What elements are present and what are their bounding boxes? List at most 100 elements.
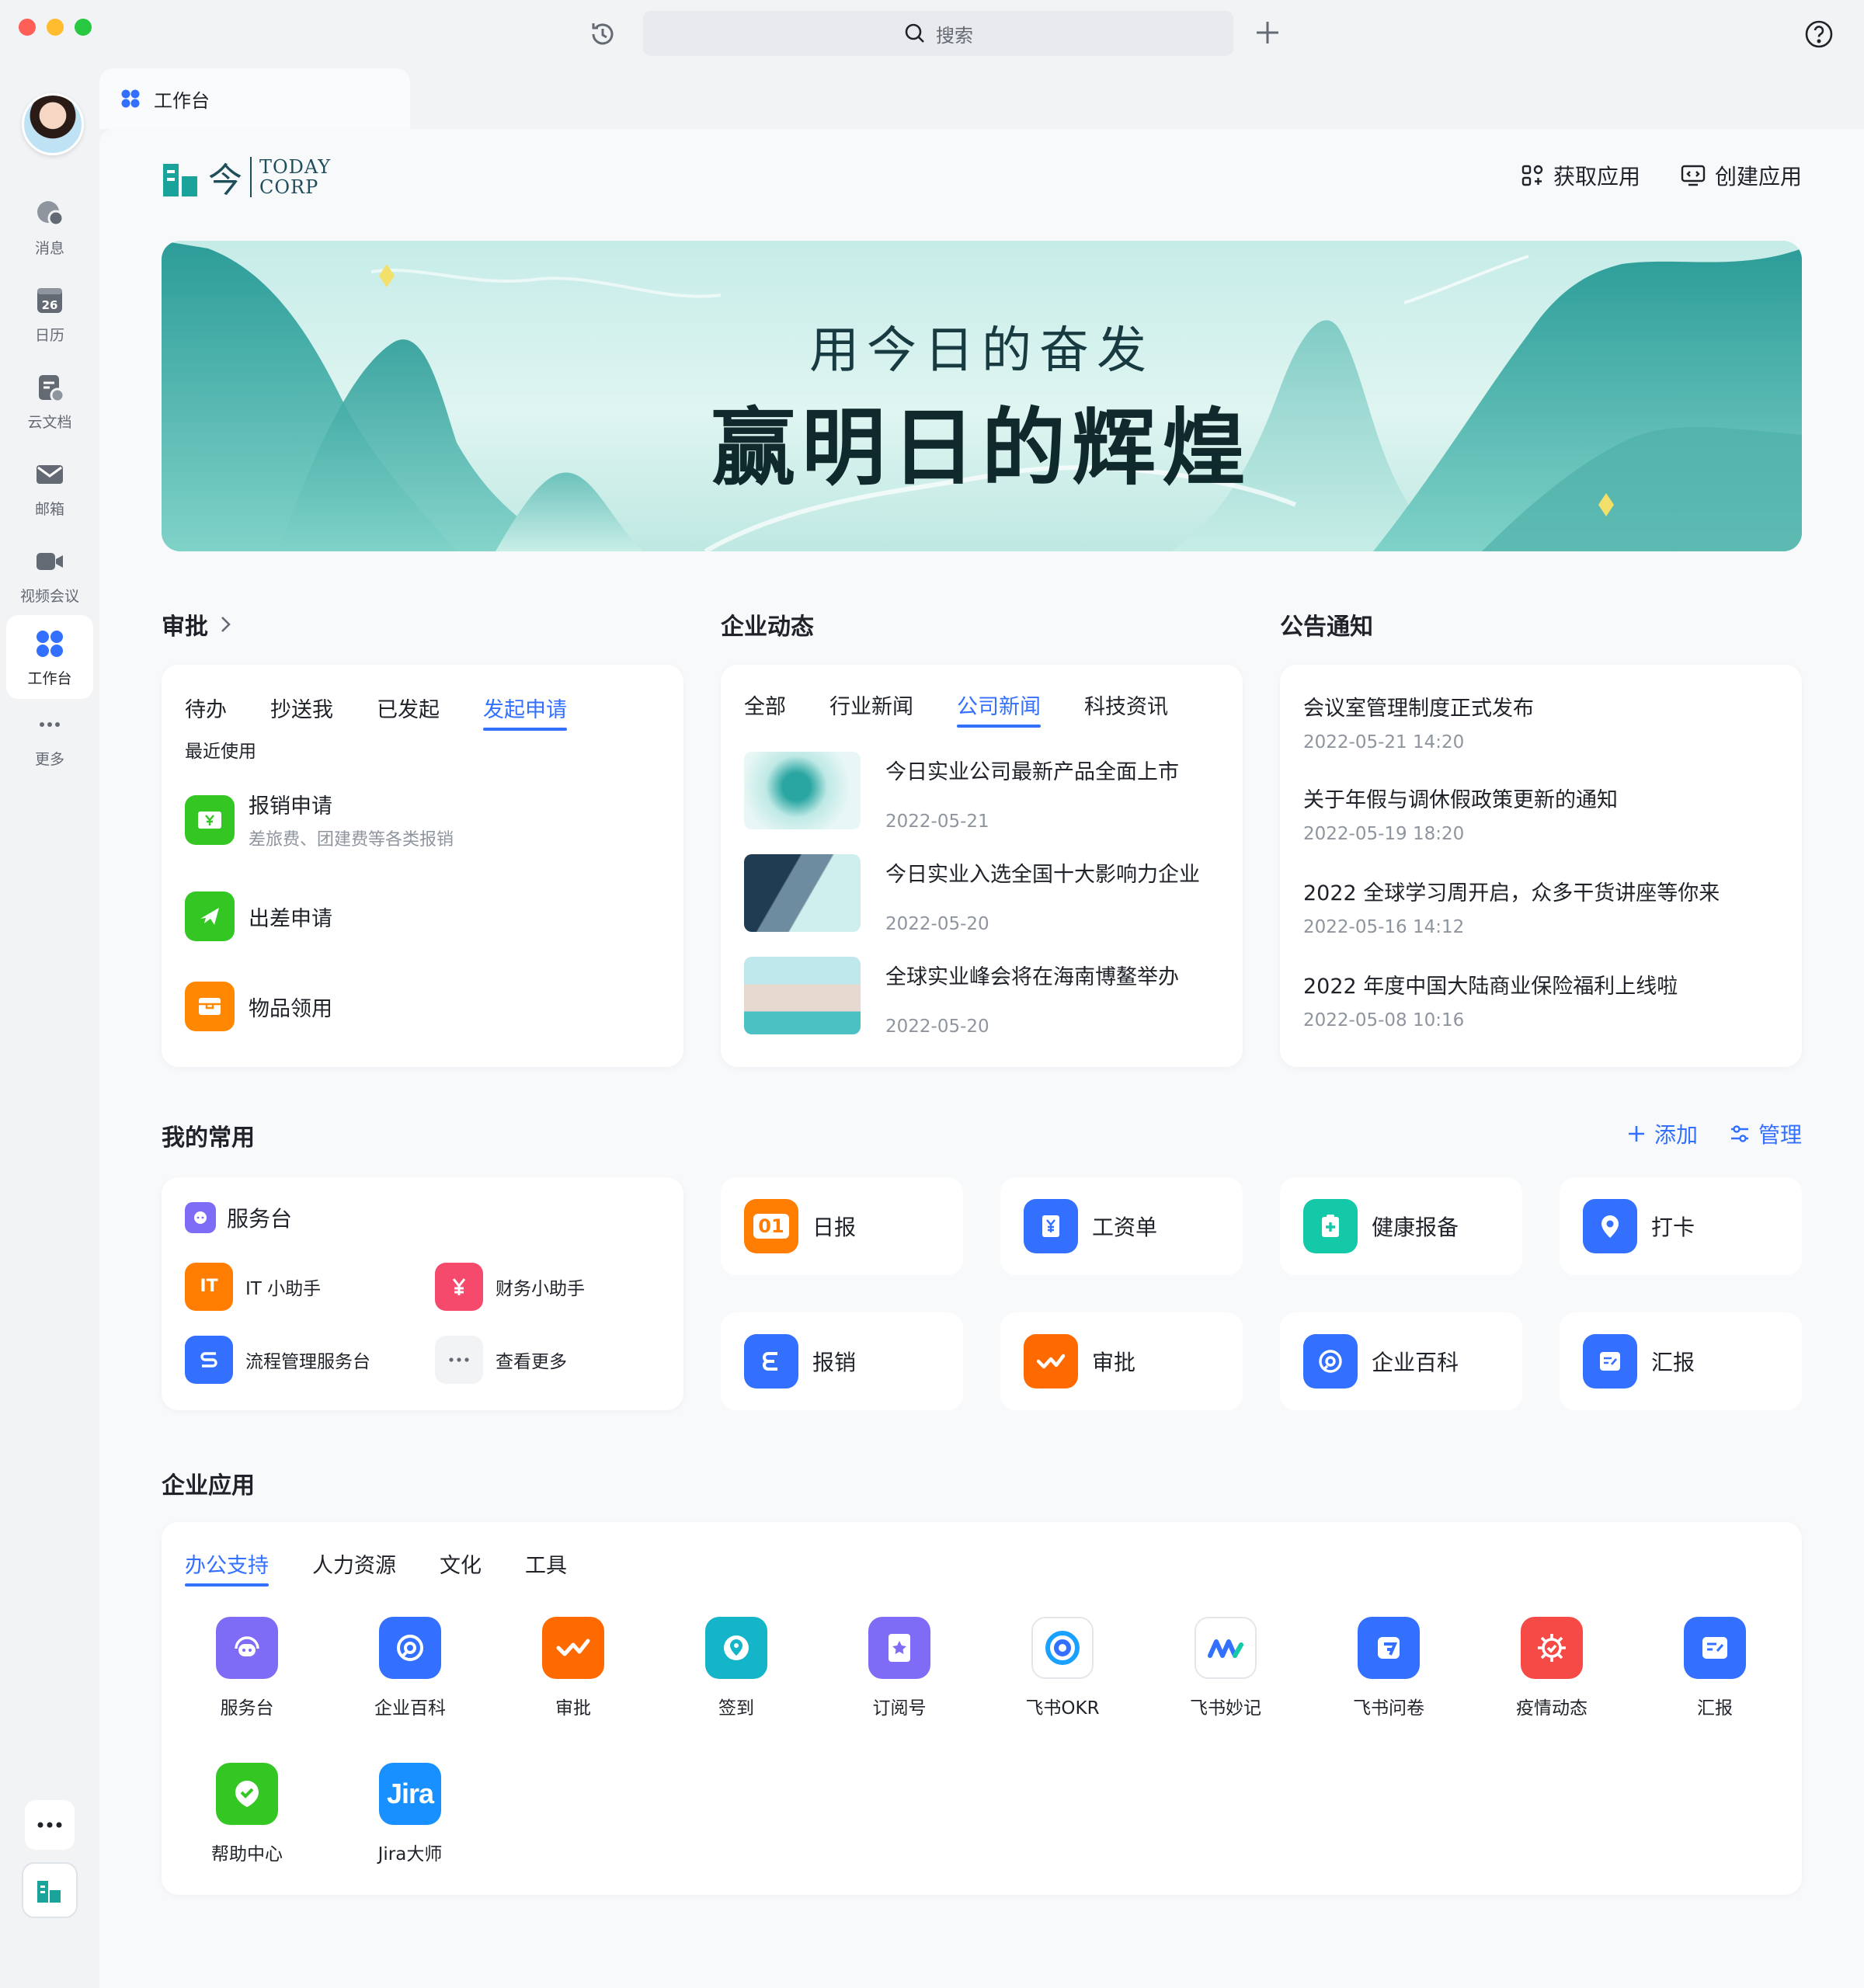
hero-banner[interactable]: 用今日的奋发 赢明日的辉煌	[162, 241, 1802, 551]
tab-culture[interactable]: 文化	[440, 1548, 482, 1587]
close-window-button[interactable]	[19, 19, 36, 36]
it-assistant-item[interactable]: IT IT 小助手	[185, 1263, 321, 1311]
favorites-section-title: 我的常用	[162, 1124, 255, 1152]
news-item[interactable]: 全球实业峰会将在海南博鳌举办 2022-05-20	[744, 957, 1179, 1037]
rail-more-button[interactable]	[25, 1800, 75, 1850]
avatar[interactable]	[22, 93, 84, 155]
tab-cc-me[interactable]: 抄送我	[270, 693, 333, 731]
search-placeholder: 搜索	[936, 24, 973, 47]
notice-item[interactable]: 2022 年度中国大陆商业保险福利上线啦 2022-05-08 10:16	[1303, 969, 1678, 1030]
notices-card: 会议室管理制度正式发布 2022-05-21 14:20 关于年假与调休假政策更…	[1280, 665, 1802, 1067]
company-logo-icon	[37, 1881, 61, 1903]
company-logo-button[interactable]	[22, 1862, 78, 1918]
news-item[interactable]: 今日实业入选全国十大影响力企业 2022-05-20	[744, 854, 1200, 934]
history-icon[interactable]	[587, 19, 618, 50]
view-more-item[interactable]: 查看更多	[435, 1336, 567, 1384]
app-minutes[interactable]: 飞书妙记	[1163, 1617, 1288, 1719]
favorite-approval[interactable]: 审批	[1000, 1312, 1243, 1410]
expense-request-item[interactable]: 报销申请 差旅费、团建费等各类报销	[185, 789, 454, 850]
finance-assistant-item[interactable]: 财务小助手	[435, 1263, 585, 1311]
favorite-report[interactable]: 汇报	[1560, 1312, 1802, 1410]
workplace-main: 今 TODAY CORP 获取应用 创建应用 用今日的奋发 赢明日的辉煌 审批 …	[99, 129, 1864, 1988]
tab-todo[interactable]: 待办	[185, 693, 227, 731]
rail-item-video-meeting[interactable]: 视频会议	[6, 533, 93, 617]
daily-report-icon: 01	[744, 1199, 798, 1253]
banner-line-1: 用今日的奋发	[809, 322, 1154, 380]
rail-item-workplace[interactable]: 工作台	[6, 615, 93, 699]
app-okr[interactable]: 飞书OKR	[1000, 1617, 1125, 1719]
favorites-actions: 添加 管理	[1626, 1118, 1802, 1149]
tab-workplace[interactable]: 工作台	[99, 68, 410, 129]
health-report-icon	[1303, 1199, 1358, 1253]
favorite-check-in[interactable]: 打卡	[1560, 1177, 1802, 1275]
manage-favorites-button[interactable]: 管理	[1729, 1118, 1802, 1149]
news-item[interactable]: 今日实业公司最新产品全面上市 2022-05-21	[744, 752, 1179, 832]
brand-logo: 今 TODAY CORP	[162, 152, 331, 202]
business-trip-request-item[interactable]: 出差申请	[185, 891, 332, 941]
plus-icon[interactable]	[1252, 17, 1283, 48]
brand-char: 今	[208, 161, 242, 200]
enterprise-apps-section-title: 企业应用	[162, 1472, 255, 1500]
rail-item-mail[interactable]: 邮箱	[6, 446, 93, 530]
app-survey[interactable]: 飞书问卷	[1327, 1617, 1451, 1719]
process-service-desk-item[interactable]: 流程管理服务台	[185, 1336, 370, 1384]
yuan-receipt-icon	[185, 794, 235, 845]
news-section-title: 企业动态	[721, 613, 814, 641]
box-icon	[185, 982, 235, 1031]
item-requisition-item[interactable]: 物品领用	[185, 982, 332, 1031]
help-icon[interactable]	[1803, 19, 1834, 50]
jira-icon: Jira	[379, 1763, 441, 1825]
approval-tabs: 待办 抄送我 已发起 发起申请	[185, 693, 567, 731]
favorite-payslip[interactable]: 工资单	[1000, 1177, 1243, 1275]
app-subscription[interactable]: 订阅号	[837, 1617, 962, 1719]
chevron-right-icon	[221, 617, 231, 632]
tab-company-news[interactable]: 公司新闻	[957, 690, 1041, 728]
tab-all[interactable]: 全部	[744, 690, 786, 728]
notice-item[interactable]: 关于年假与调休假政策更新的通知 2022-05-19 18:20	[1303, 783, 1618, 844]
okr-target-icon	[1031, 1617, 1094, 1679]
app-wiki[interactable]: 企业百科	[348, 1617, 472, 1719]
service-desk-header[interactable]: 服务台	[185, 1202, 292, 1233]
approval-check-icon	[542, 1617, 604, 1679]
tab-tech-news[interactable]: 科技资讯	[1084, 690, 1168, 728]
tab-new-request[interactable]: 发起申请	[483, 693, 567, 731]
rail-item-docs[interactable]: 云文档	[6, 359, 93, 443]
app-approval[interactable]: 审批	[511, 1617, 635, 1719]
tab-tools[interactable]: 工具	[525, 1548, 567, 1587]
tab-initiated[interactable]: 已发起	[377, 693, 440, 731]
rail-item-calendar[interactable]: 26 日历	[6, 272, 93, 356]
calendar-icon: 26	[37, 287, 62, 313]
notices-section-title: 公告通知	[1280, 613, 1373, 641]
sliders-icon	[1730, 1125, 1748, 1142]
create-app-button[interactable]: 创建应用	[1681, 160, 1802, 191]
favorite-daily-report[interactable]: 01 日报	[721, 1177, 963, 1275]
favorite-health-report[interactable]: 健康报备	[1280, 1177, 1522, 1275]
notice-item[interactable]: 会议室管理制度正式发布 2022-05-21 14:20	[1303, 691, 1534, 752]
minimize-window-button[interactable]	[47, 19, 64, 36]
approval-section-title[interactable]: 审批	[162, 607, 233, 641]
rail-item-more[interactable]: 更多	[6, 696, 93, 780]
app-check-in[interactable]: 签到	[674, 1617, 798, 1719]
tab-hr[interactable]: 人力资源	[312, 1548, 396, 1587]
recent-used-label: 最近使用	[185, 742, 256, 762]
app-report[interactable]: 汇报	[1653, 1617, 1777, 1719]
app-help-center[interactable]: 帮助中心	[185, 1763, 309, 1865]
favorite-wiki[interactable]: 企业百科	[1280, 1312, 1522, 1410]
search-input[interactable]: 搜索	[643, 11, 1233, 56]
wiki-icon	[379, 1617, 441, 1679]
app-jira[interactable]: Jira Jira大师	[348, 1763, 472, 1865]
window-controls	[19, 19, 92, 36]
tab-industry-news[interactable]: 行业新闻	[829, 690, 913, 728]
tab-office-support[interactable]: 办公支持	[185, 1548, 269, 1587]
workplace-grid-icon	[37, 630, 63, 657]
app-service-desk[interactable]: 服务台	[185, 1617, 309, 1719]
favorite-reimbursement[interactable]: 报销	[721, 1312, 963, 1410]
get-app-button[interactable]: 获取应用	[1521, 160, 1640, 191]
approval-card: 待办 抄送我 已发起 发起申请 最近使用 报销申请 差旅费、团建费等各类报销 出…	[162, 665, 683, 1067]
rail-item-messages[interactable]: 消息	[6, 185, 93, 269]
add-favorite-button[interactable]: 添加	[1626, 1118, 1698, 1149]
notice-item[interactable]: 2022 全球学习周开启，众多干货讲座等你来 2022-05-16 14:12	[1303, 876, 1720, 937]
zoom-window-button[interactable]	[75, 19, 92, 36]
more-dots-icon	[37, 1822, 62, 1828]
app-epidemic[interactable]: 疫情动态	[1490, 1617, 1614, 1719]
